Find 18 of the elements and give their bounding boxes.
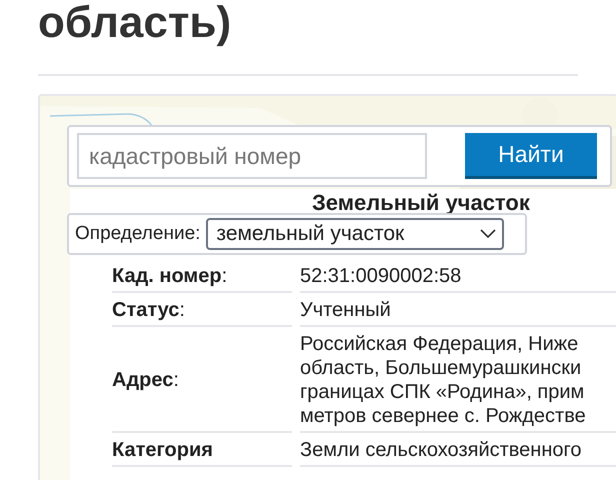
field-value: метров севернее с. Рождестве [300, 404, 586, 428]
definition-select[interactable]: земельный участок [206, 218, 504, 250]
field-value: 52:31:0090002:58 [300, 264, 462, 288]
search-button[interactable]: Найти [465, 133, 597, 179]
field-value: Земли сельскохозяйственного [300, 438, 582, 462]
field-value: границах СПК «Родина», прим [300, 380, 584, 404]
field-label: Кад. номер: [112, 264, 228, 288]
field-label: Адрес: [112, 368, 179, 392]
heading: Земельный участок [312, 190, 530, 215]
field-label: Категория [112, 438, 213, 462]
chevron-icon [480, 229, 496, 239]
field-value: Российская Федерация, Ниже [300, 332, 578, 356]
definition-label: Определение: [75, 222, 200, 246]
search-field[interactable]: кадастровый номер [77, 133, 427, 179]
field-label: Статус: [112, 298, 185, 322]
field-value: Учтенный [300, 298, 391, 322]
page-title: область) [38, 0, 232, 47]
field-value: область, Большемурашкински [300, 356, 582, 380]
